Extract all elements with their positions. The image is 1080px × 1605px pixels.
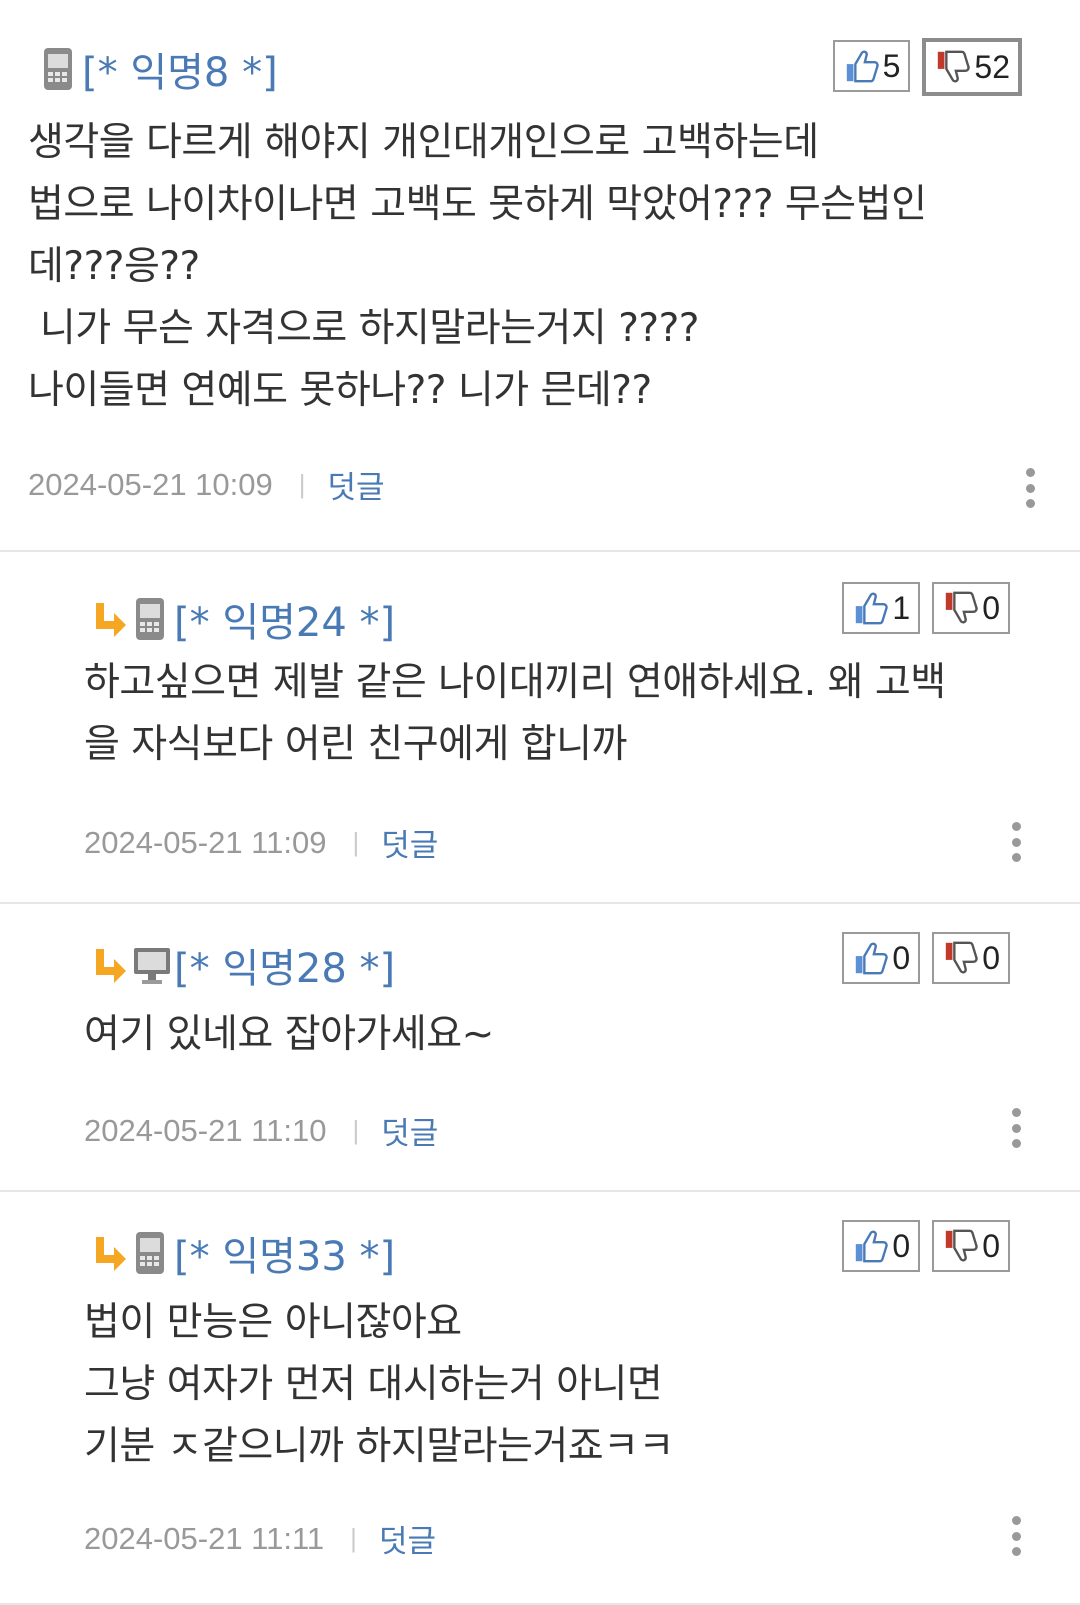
comment-body: 법이 만능은 아니잖아요 그냥 여자가 먼저 대시하는거 아니면 기분 ㅈ같으니… <box>84 1300 674 1469</box>
comment-author[interactable]: [* 익명8 *] <box>82 40 278 98</box>
dislike-button[interactable]: 52 <box>922 38 1022 96</box>
phone-icon <box>132 1230 168 1276</box>
monitor-icon <box>132 942 170 988</box>
comment-timestamp: 2024-05-21 11:10 <box>84 1112 327 1148</box>
comment-item: [* 익명8 *] 5 52 생각을 다르게 해야지 개인대개인으로 고백하는데… <box>0 0 1080 552</box>
divider: | <box>298 469 306 499</box>
comment-header: [* 익명8 *] <box>40 40 278 98</box>
comment-header: [* 익명24 *] <box>92 590 395 648</box>
comment-body: 하고싶으면 제발 같은 나이대끼리 연애하세요. 왜 고백 을 자식보다 어린 … <box>84 660 946 767</box>
more-options-icon[interactable] <box>1010 822 1022 862</box>
thumbs-up-icon <box>843 47 881 85</box>
comment-header: [* 익명28 *] <box>92 936 395 994</box>
more-options-icon[interactable] <box>1010 1516 1022 1556</box>
dislike-button[interactable]: 0 <box>932 582 1010 634</box>
comment-meta: 2024-05-21 10:09 | 덧글 <box>28 462 385 507</box>
dislike-count: 52 <box>974 48 1010 85</box>
more-options-icon[interactable] <box>1010 1108 1022 1148</box>
like-count: 0 <box>892 939 911 976</box>
like-count: 0 <box>892 1227 911 1264</box>
comment-author[interactable]: [* 익명28 *] <box>174 936 395 994</box>
comment-timestamp: 2024-05-21 11:11 <box>84 1520 325 1556</box>
phone-icon <box>40 46 76 92</box>
thumbs-down-icon <box>942 1227 980 1265</box>
reply-item: [* 익명28 *] 0 0 여기 있네요 잡아가세요~ 2024-05-21 … <box>0 904 1080 1192</box>
like-button[interactable]: 1 <box>842 582 921 634</box>
more-options-icon[interactable] <box>1024 468 1036 508</box>
dislike-button[interactable]: 0 <box>932 932 1010 984</box>
like-count: 5 <box>882 47 901 84</box>
thumbs-down-icon <box>942 589 980 627</box>
thumbs-down-icon <box>934 48 972 86</box>
like-button[interactable]: 5 <box>832 40 911 92</box>
comment-author[interactable]: [* 익명33 *] <box>174 1224 395 1282</box>
thumbs-up-icon <box>852 589 890 627</box>
comment-author[interactable]: [* 익명24 *] <box>174 590 395 648</box>
dislike-button[interactable]: 0 <box>932 1220 1010 1272</box>
comment-header: [* 익명33 *] <box>92 1224 395 1282</box>
divider: | <box>352 827 360 857</box>
vote-buttons: 5 52 <box>832 38 1022 96</box>
vote-buttons: 1 0 <box>842 582 1010 634</box>
reply-item: [* 익명33 *] 0 0 법이 만능은 아니잖아요 그냥 여자가 먼저 대시… <box>0 1192 1080 1605</box>
thumbs-down-icon <box>942 939 980 977</box>
dislike-count: 0 <box>982 589 1000 626</box>
comment-body: 여기 있네요 잡아가세요~ <box>84 1012 494 1057</box>
thumbs-up-icon <box>852 1227 890 1265</box>
thumbs-up-icon <box>852 939 890 977</box>
dislike-count: 0 <box>982 939 1000 976</box>
vote-buttons: 0 0 <box>842 1220 1010 1272</box>
like-button[interactable]: 0 <box>842 932 921 984</box>
divider: | <box>352 1115 360 1145</box>
like-count: 1 <box>892 589 911 626</box>
comment-timestamp: 2024-05-21 11:09 <box>84 824 327 860</box>
comment-meta: 2024-05-21 11:11 | 덧글 <box>84 1516 436 1561</box>
divider: | <box>350 1523 357 1553</box>
comment-meta: 2024-05-21 11:10 | 덧글 <box>84 1108 438 1153</box>
comment-timestamp: 2024-05-21 10:09 <box>28 466 273 502</box>
reply-link[interactable]: 덧글 <box>381 1108 438 1153</box>
vote-buttons: 0 0 <box>842 932 1010 984</box>
dislike-count: 0 <box>982 1227 1000 1264</box>
like-button[interactable]: 0 <box>842 1220 921 1272</box>
reply-link[interactable]: 덧글 <box>379 1516 436 1561</box>
reply-link[interactable]: 덧글 <box>381 820 438 865</box>
reply-arrow-icon <box>92 1235 128 1271</box>
reply-arrow-icon <box>92 947 128 983</box>
comment-meta: 2024-05-21 11:09 | 덧글 <box>84 820 438 865</box>
comment-body: 생각을 다르게 해야지 개인대개인으로 고백하는데 법으로 나이차이나면 고백도… <box>28 120 927 413</box>
reply-link[interactable]: 덧글 <box>328 462 385 507</box>
reply-item: [* 익명24 *] 1 0 하고싶으면 제발 같은 나이대끼리 연애하세요. … <box>0 552 1080 904</box>
phone-icon <box>132 596 168 642</box>
reply-arrow-icon <box>92 601 128 637</box>
